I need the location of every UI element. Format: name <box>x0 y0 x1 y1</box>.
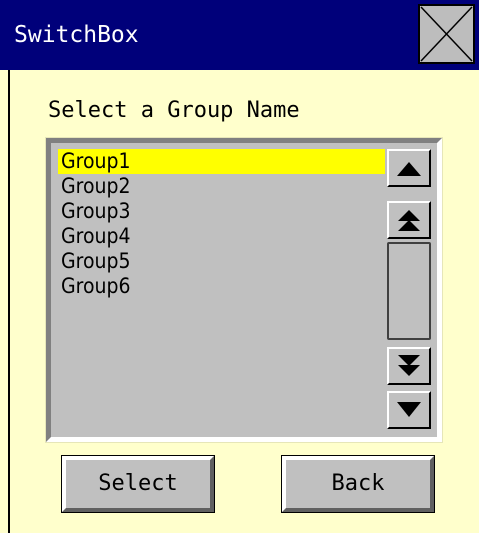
back-button[interactable]: Back <box>281 455 435 513</box>
group-list: Group1 Group2 Group3 Group4 Group5 Group… <box>46 138 442 442</box>
page-down-button[interactable] <box>387 347 431 385</box>
list-item-group4[interactable]: Group4 <box>58 224 385 249</box>
close-button[interactable] <box>418 4 475 64</box>
scroll-up-icon <box>397 162 421 176</box>
page-up-button[interactable] <box>387 201 431 239</box>
dialog-heading: Select a Group Name <box>48 98 300 123</box>
window-edge <box>8 70 10 533</box>
page-up-icon <box>398 210 420 231</box>
list-item-group3[interactable]: Group3 <box>58 199 385 224</box>
scroll-track[interactable] <box>387 242 431 340</box>
list-item-group1[interactable]: Group1 <box>58 149 385 174</box>
switchbox-window: SwitchBox Select a Group Name Group1 Gro… <box>0 0 479 533</box>
select-button[interactable]: Select <box>61 455 215 513</box>
list-item-group6[interactable]: Group6 <box>58 274 385 299</box>
page-down-icon <box>398 355 420 376</box>
window-title: SwitchBox <box>14 22 139 48</box>
list-item-group2[interactable]: Group2 <box>58 174 385 199</box>
scroll-up-button[interactable] <box>387 149 431 187</box>
scroll-down-button[interactable] <box>387 391 431 429</box>
close-x-icon <box>420 6 473 62</box>
scroll-down-icon <box>397 402 421 417</box>
group-list-items: Group1 Group2 Group3 Group4 Group5 Group… <box>58 149 385 299</box>
list-item-group5[interactable]: Group5 <box>58 249 385 274</box>
title-bar: SwitchBox <box>0 0 479 70</box>
